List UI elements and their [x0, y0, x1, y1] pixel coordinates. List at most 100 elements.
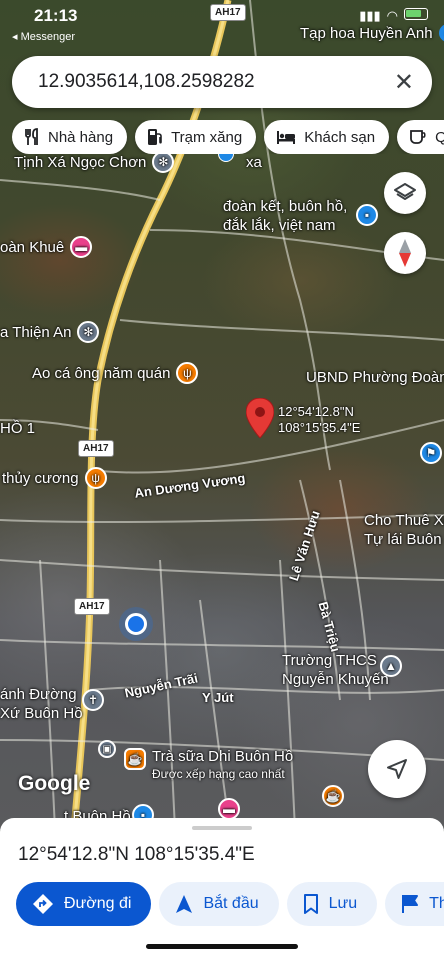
action-label: Th	[429, 895, 444, 912]
poi-ubnd[interactable]: UBND Phường Đoàn	[306, 369, 444, 386]
wifi-icon: ◠	[386, 8, 398, 23]
poi-bus-stop[interactable]: ▣	[98, 740, 116, 758]
close-icon[interactable]: ✕	[394, 68, 414, 97]
poi-ao-ca[interactable]: Ao cá ông năm quán ψ	[32, 362, 199, 384]
poi-school[interactable]: ▲	[380, 655, 402, 677]
road-label-y-jut: Y Jút	[202, 690, 234, 705]
poi-tra-sua[interactable]: ☕ Trà sữa Dhi Buôn Hồ Được xếp hạng cao …	[124, 748, 293, 781]
restaurant-icon: ψ	[176, 362, 199, 384]
poi-label: Nguyễn Khuyến	[282, 671, 389, 688]
battery-icon	[404, 8, 428, 20]
poi-label: HỒ 1	[0, 420, 36, 437]
search-input[interactable]: 12.9035614,108.2598282	[38, 71, 394, 93]
poi-label: Trà sữa Dhi Buôn Hồ	[152, 748, 294, 765]
poi-thanh-duong[interactable]: ánh Đường Xứ Buôn Hồ	[0, 686, 83, 722]
restaurant-icon	[25, 128, 38, 145]
poi-label: đắk lắk, việt nam	[223, 217, 336, 234]
poi-hotel-bottom[interactable]: ▬	[218, 798, 240, 820]
pin-coordinates-label: 12°54'12.8"N 108°15'35.4"E	[278, 404, 360, 436]
poi-sublabel: Được xếp hạng cao nhất	[152, 767, 285, 781]
poi-tinh-xa[interactable]: Tịnh Xá Ngọc Chơn ✻	[14, 151, 175, 173]
poi-label: Trường THCS	[282, 652, 377, 669]
layers-icon	[394, 183, 416, 200]
poi-label: thủy cương	[2, 469, 79, 487]
restaurant-icon: ψ	[84, 467, 107, 489]
status-bar: 21:13 ◂ Messenger ▮▮▮ ◠	[0, 0, 444, 48]
poi-truong-thcs[interactable]: Trường THCS Nguyễn Khuyến	[282, 652, 389, 688]
school-icon: ▲	[380, 655, 402, 677]
shopping-cart-icon: ▪	[356, 204, 378, 226]
poi-label: a Thiện An	[0, 323, 72, 341]
poi-bus[interactable]: ⚑	[420, 442, 442, 464]
action-buttons: Đường đi Bắt đầu Lưu Th	[16, 882, 444, 926]
poi-label: Xứ Buôn Hồ	[0, 705, 83, 722]
poi-doan-khue[interactable]: oàn Khuê ▬	[0, 236, 93, 258]
pin-lng: 108°15'35.4"E	[278, 420, 361, 435]
chip-label: Khách sạn	[304, 128, 376, 146]
place-bottom-sheet[interactable]: 12°54'12.8"N 108°15'35.4"E Đường đi Bắt …	[0, 818, 444, 960]
poi-thuy-cuong[interactable]: thủy cương ψ	[2, 467, 107, 489]
start-button[interactable]: Bắt đầu	[159, 882, 279, 926]
directions-icon	[33, 894, 53, 914]
compass-button[interactable]	[384, 232, 426, 274]
category-chips: Nhà hàng Trạm xăng Khách sạn Q	[12, 120, 444, 154]
dropped-pin-icon[interactable]	[246, 398, 274, 438]
signal-icon: ▮▮▮	[359, 8, 381, 23]
highway-shield-ah17: AH17	[78, 440, 114, 457]
chip-label: Nhà hàng	[48, 128, 114, 146]
coffee-icon	[410, 130, 426, 144]
poi-label: xa	[246, 154, 262, 171]
chip-label: Q	[435, 128, 444, 146]
status-time: 21:13	[34, 6, 78, 25]
my-location-button[interactable]	[368, 740, 426, 798]
action-label: Bắt đầu	[203, 895, 259, 912]
back-to-app-link[interactable]: ◂ Messenger	[12, 30, 75, 43]
hotel-icon: ▬	[218, 798, 240, 820]
home-indicator	[146, 944, 298, 949]
flag-icon: ⚑	[420, 442, 442, 464]
chip-label: Trạm xăng	[171, 128, 243, 146]
poi-label: UBND Phường Đoàn	[306, 369, 444, 386]
poi-label: Ao cá ông năm quán	[32, 364, 171, 382]
poi-xa-label: xa	[246, 154, 262, 171]
bookmark-icon	[303, 894, 318, 914]
chip-hotels[interactable]: Khách sạn	[264, 120, 390, 154]
bus-icon: ▣	[98, 740, 116, 758]
poi-shop[interactable]: ▪	[356, 204, 378, 226]
label-button[interactable]: Th	[385, 882, 444, 926]
layers-button[interactable]	[384, 172, 426, 214]
poi-label: ánh Đường	[0, 686, 77, 703]
poi-address[interactable]: đoàn kết, buôn hồ, đắk lắk, việt nam	[223, 198, 347, 234]
church-icon: ✝	[82, 689, 104, 711]
poi-church[interactable]: ✝	[82, 689, 104, 711]
place-title: 12°54'12.8"N 108°15'35.4"E	[18, 844, 255, 865]
poi-thien-an[interactable]: a Thiện An ✻	[0, 321, 100, 343]
hotel-icon: ▬	[70, 236, 93, 258]
directions-button[interactable]: Đường đi	[16, 882, 152, 926]
poi-label: Tịnh Xá Ngọc Chơn	[14, 153, 147, 171]
hotel-icon	[277, 131, 296, 144]
chip-gas-stations[interactable]: Trạm xăng	[135, 120, 257, 154]
flag-icon	[402, 895, 419, 913]
navigation-arrow-icon	[387, 759, 407, 779]
save-button[interactable]: Lưu	[286, 882, 378, 926]
poi-cho-thue-xe[interactable]: Cho Thuê Xe Tự lái Buôn Hồ	[364, 512, 444, 548]
action-label: Đường đi	[64, 895, 132, 912]
compass-icon	[399, 239, 411, 267]
navigation-icon	[176, 895, 193, 913]
poi-ho1: HỒ 1	[0, 420, 35, 437]
poi-label: Tự lái Buôn Hồ	[364, 531, 444, 548]
search-bar[interactable]: 12.9035614,108.2598282 ✕	[12, 56, 432, 108]
chip-coffee[interactable]: Q	[397, 120, 444, 154]
highway-shield-ah17: AH17	[74, 598, 110, 615]
drag-handle[interactable]	[192, 826, 252, 830]
poi-label: Cho Thuê Xe	[364, 512, 444, 529]
pin-lat: 12°54'12.8"N	[278, 404, 354, 419]
chip-restaurants[interactable]: Nhà hàng	[12, 120, 128, 154]
poi-label: đoàn kết, buôn hồ,	[223, 198, 348, 215]
status-icons: ▮▮▮ ◠	[359, 8, 428, 24]
my-location-dot	[125, 613, 147, 635]
poi-label: oàn Khuê	[0, 238, 65, 256]
poi-cafe[interactable]: ☕	[322, 785, 344, 807]
action-label: Lưu	[328, 895, 358, 912]
